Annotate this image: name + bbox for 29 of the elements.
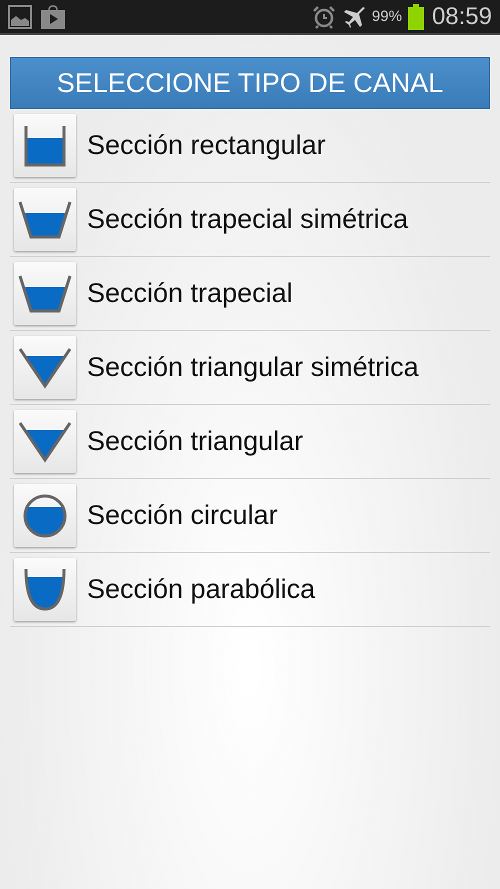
section-button[interactable] — [14, 484, 76, 547]
airplane-icon — [342, 4, 366, 28]
trapezoid-channel-icon — [18, 274, 72, 314]
trapezoid-channel-icon — [18, 200, 72, 240]
gallery-icon — [8, 4, 32, 28]
section-label[interactable]: Sección rectangular — [87, 130, 326, 161]
rectangular-channel-icon — [23, 124, 67, 168]
section-label[interactable]: Sección trapecial simétrica — [87, 204, 408, 235]
section-label[interactable]: Sección parabólica — [87, 574, 316, 605]
header-bar: SELECCIONE TIPO DE CANAL — [10, 57, 490, 109]
triangle-channel-icon — [18, 420, 72, 462]
section-label[interactable]: Sección triangular simétrica — [87, 352, 419, 383]
triangle-channel-icon — [18, 346, 72, 388]
battery-icon — [408, 4, 424, 30]
section-button[interactable] — [14, 336, 76, 399]
section-button[interactable] — [14, 262, 76, 325]
clock: 08:59 — [432, 2, 492, 30]
section-button[interactable] — [14, 114, 76, 177]
section-label[interactable]: Sección triangular — [87, 426, 304, 457]
section-label[interactable]: Sección trapecial — [87, 278, 293, 309]
section-label[interactable]: Sección circular — [87, 500, 278, 531]
section-button[interactable] — [14, 558, 76, 621]
play-store-icon — [40, 4, 66, 30]
alarm-icon — [312, 4, 336, 28]
section-button[interactable] — [14, 188, 76, 251]
parabola-channel-icon — [23, 568, 67, 610]
battery-percentage: 99% — [372, 8, 402, 25]
circle-channel-icon — [23, 494, 67, 538]
section-button[interactable] — [14, 410, 76, 473]
